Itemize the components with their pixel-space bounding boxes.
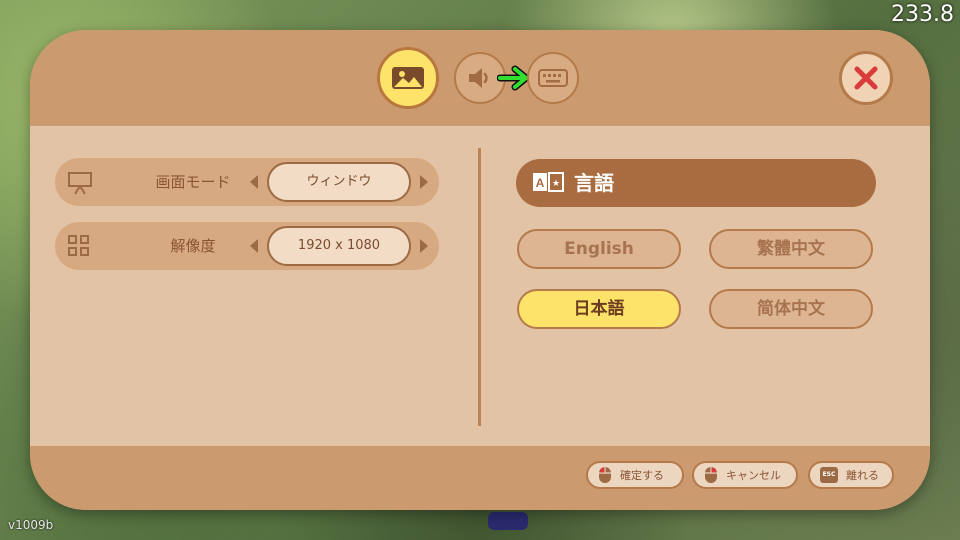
resolution-value[interactable]: 1920 x 1080: [267, 226, 411, 266]
mouse-right-click-icon: [705, 467, 717, 483]
tab-controls[interactable]: [527, 52, 579, 104]
speaker-icon: [469, 68, 488, 88]
leave-button[interactable]: ESC 離れる: [808, 461, 894, 489]
fps-counter: 233.8: [891, 2, 954, 27]
confirm-label: 確定する: [620, 469, 664, 482]
presentation-icon: [68, 172, 92, 195]
language-title: 言語: [574, 171, 614, 195]
column-divider: [478, 148, 481, 426]
leave-label: 離れる: [846, 469, 879, 482]
resolution-label: 解像度: [170, 237, 216, 255]
keyboard-icon: [538, 69, 568, 87]
screen-mode-value[interactable]: ウィンドウ: [267, 162, 411, 202]
svg-text:A: A: [536, 176, 545, 190]
image-icon: [392, 67, 424, 89]
cancel-button[interactable]: キャンセル: [692, 461, 798, 489]
setting-resolution: 解像度 1920 x 1080: [55, 222, 439, 270]
confirm-button[interactable]: 確定する: [586, 461, 684, 489]
close-button[interactable]: [839, 51, 893, 105]
resolution-next-icon[interactable]: [419, 238, 429, 254]
setting-screen-mode: 画面モード ウィンドウ: [55, 158, 439, 206]
close-icon: [854, 66, 878, 90]
grid-icon: [68, 235, 89, 256]
pointer-arrow-icon: [497, 65, 530, 91]
screen-mode-label: 画面モード: [155, 173, 231, 191]
screen-mode-next-icon[interactable]: [419, 174, 429, 190]
language-option-simplified-chinese[interactable]: 简体中文: [709, 289, 873, 329]
tab-graphics[interactable]: [377, 47, 439, 109]
screen-mode-prev-icon[interactable]: [249, 174, 259, 190]
language-option-traditional-chinese[interactable]: 繁體中文: [709, 229, 873, 269]
resolution-prev-icon[interactable]: [249, 238, 259, 254]
cancel-label: キャンセル: [726, 469, 781, 482]
version-label: v1009b: [8, 518, 54, 532]
language-option-english[interactable]: English: [517, 229, 681, 269]
mouse-left-click-icon: [599, 467, 611, 483]
svg-text:★: ★: [552, 179, 560, 189]
language-option-japanese[interactable]: 日本語: [517, 289, 681, 329]
settings-panel: 画面モード ウィンドウ 解像度 1920 x 1080 A ★ 言語 Engli…: [30, 30, 930, 510]
language-header: A ★ 言語: [516, 159, 876, 207]
character-ribbon: [488, 512, 528, 530]
esc-key-icon: ESC: [820, 467, 838, 483]
language-icon: A ★: [533, 172, 564, 192]
